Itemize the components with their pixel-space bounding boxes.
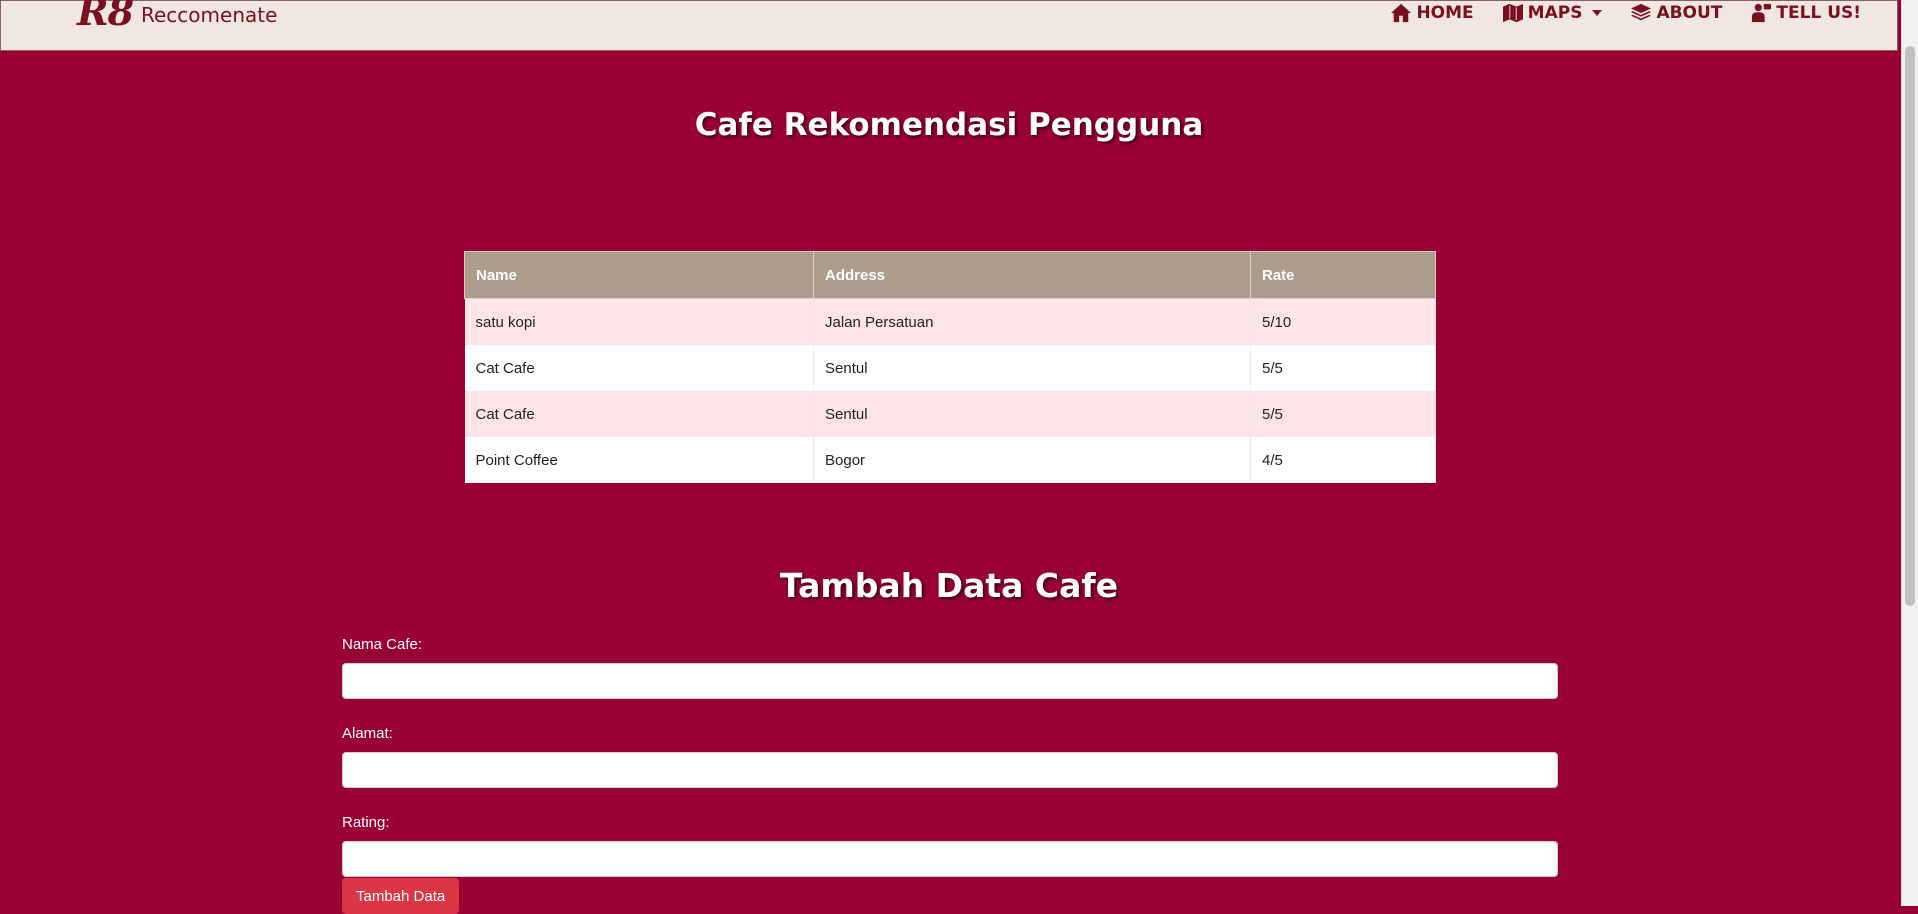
column-header-rate: Rate	[1250, 251, 1436, 299]
rating-input[interactable]	[342, 841, 1558, 877]
cell-address: Sentul	[813, 345, 1251, 391]
table-row: satu kopi Jalan Persatuan 5/10	[464, 298, 1436, 345]
cell-address: Jalan Persatuan	[813, 298, 1251, 345]
column-header-address: Address	[813, 251, 1251, 299]
add-cafe-form: Nama Cafe: Alamat: Rating:	[342, 636, 1558, 903]
cell-rate: 5/5	[1250, 391, 1436, 437]
cell-name: Cat Cafe	[464, 345, 814, 391]
cafe-name-label: Nama Cafe:	[342, 636, 423, 653]
brand-name[interactable]: Reccomenate	[141, 3, 277, 27]
chevron-down-icon	[1592, 10, 1603, 16]
page-scrollbar[interactable]	[1901, 0, 1918, 906]
nav-tell-us[interactable]: TELL US!	[1750, 3, 1861, 23]
cell-address: Bogor	[813, 437, 1251, 483]
nav-maps-dropdown[interactable]: MAPS	[1502, 3, 1603, 23]
address-input[interactable]	[342, 752, 1558, 788]
cell-rate: 5/10	[1250, 298, 1436, 345]
nav-tell-us-label: TELL US!	[1776, 3, 1861, 23]
table-header-row: Name Address Rate	[464, 251, 1436, 299]
cell-rate: 4/5	[1250, 437, 1436, 483]
nav-about[interactable]: ABOUT	[1630, 3, 1722, 23]
nav-menu: HOME MAPS ABOUT TELL US!	[1362, 1, 1861, 25]
table-row: Cat Cafe Sentul 5/5	[464, 391, 1436, 437]
page-title: Cafe Rekomendasi Pengguna	[694, 107, 1204, 143]
table-row: Cat Cafe Sentul 5/5	[464, 345, 1436, 391]
rating-label: Rating:	[342, 814, 390, 831]
brand-logo[interactable]: R8	[77, 0, 134, 34]
cell-name: Cat Cafe	[464, 391, 814, 437]
column-header-name: Name	[464, 251, 814, 299]
nav-home[interactable]: HOME	[1390, 3, 1474, 23]
table-row: Point Coffee Bogor 4/5	[464, 437, 1436, 483]
add-data-button[interactable]: Tambah Data	[342, 878, 460, 914]
user-message-icon	[1752, 3, 1772, 23]
address-label: Alamat:	[342, 725, 393, 742]
cell-rate: 5/5	[1250, 345, 1436, 391]
navbar: R8 Reccomenate HOME MAPS ABOUT TELL US!	[0, 0, 1898, 51]
form-title: Tambah Data Cafe	[779, 566, 1119, 605]
cafe-table: Name Address Rate satu kopi Jalan Persat…	[464, 251, 1436, 483]
layers-icon	[1631, 3, 1652, 21]
nav-maps-label: MAPS	[1527, 3, 1583, 23]
scrollbar-thumb[interactable]	[1905, 46, 1915, 606]
nav-about-label: ABOUT	[1656, 3, 1723, 23]
cafe-name-input[interactable]	[342, 663, 1558, 699]
cell-name: Point Coffee	[464, 437, 814, 483]
home-icon	[1391, 3, 1412, 23]
map-icon	[1502, 3, 1523, 23]
cell-address: Sentul	[813, 391, 1251, 437]
cell-name: satu kopi	[464, 298, 814, 345]
nav-home-label: HOME	[1416, 3, 1474, 23]
